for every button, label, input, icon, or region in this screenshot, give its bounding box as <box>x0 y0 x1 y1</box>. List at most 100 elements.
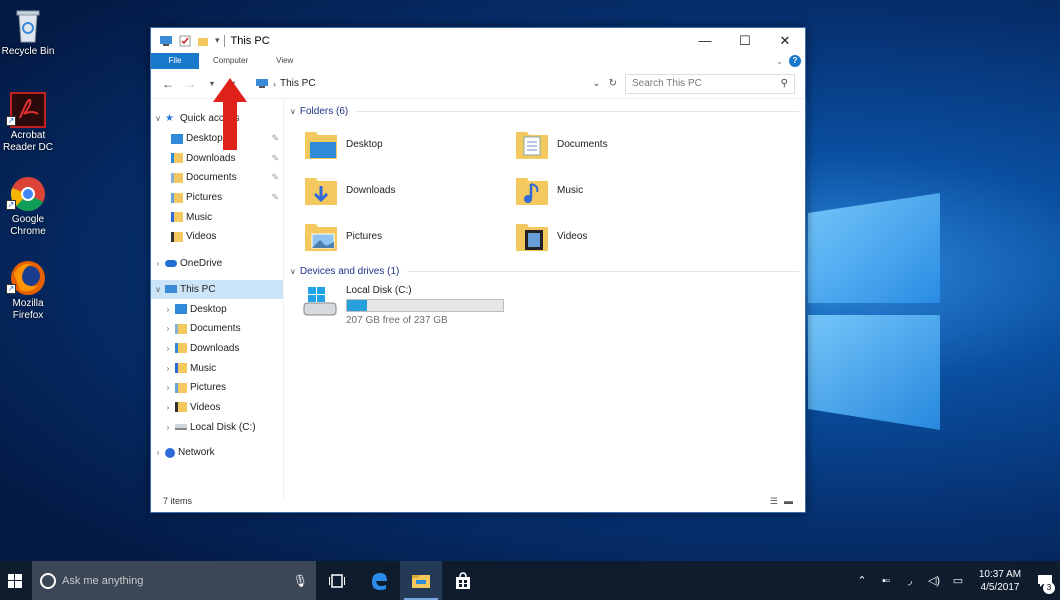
nav-label: OneDrive <box>180 258 223 270</box>
collapsed-chevron-icon[interactable]: › <box>161 305 175 314</box>
breadcrumb-this-pc[interactable]: This PC <box>280 78 316 89</box>
pictures-folder-icon <box>171 192 183 203</box>
pin-icon[interactable]: ✎ <box>271 153 279 164</box>
folder-videos[interactable]: Videos <box>515 215 726 257</box>
group-chevron-icon[interactable]: ∨ <box>290 107 296 116</box>
taskbar-store[interactable] <box>442 561 484 600</box>
group-chevron-icon[interactable]: ∨ <box>290 267 296 276</box>
battery-icon[interactable]: ▪▫ <box>874 575 898 587</box>
nav-pc-videos[interactable]: › Videos <box>151 398 283 418</box>
details-view-icon[interactable]: ☰ <box>770 496 778 507</box>
collapsed-chevron-icon[interactable]: › <box>161 344 175 353</box>
volume-icon[interactable]: ◁) <box>922 574 946 587</box>
music-folder-icon <box>175 363 187 374</box>
pin-icon[interactable]: ✎ <box>271 172 279 183</box>
address-bar[interactable]: › This PC ⌄ ↻ <box>251 74 621 94</box>
properties-icon[interactable] <box>179 35 191 47</box>
task-view-button[interactable] <box>316 561 358 600</box>
nav-pc-music[interactable]: › Music <box>151 358 283 378</box>
large-icons-view-icon[interactable]: ▬ <box>784 496 793 507</box>
action-center-button[interactable]: 3 <box>1030 561 1060 600</box>
desktop-icon-acrobat-reader[interactable]: ↗ Acrobat Reader DC <box>0 88 56 172</box>
nav-quick-pictures[interactable]: Pictures ✎ <box>151 188 283 208</box>
taskbar-edge[interactable] <box>358 561 400 600</box>
cortana-search-box[interactable]: Ask me anything 🎙︎ <box>32 561 316 600</box>
start-button[interactable] <box>0 561 30 600</box>
microphone-icon[interactable]: 🎙︎ <box>293 574 308 588</box>
nav-label: Network <box>178 447 215 459</box>
nav-quick-videos[interactable]: Videos <box>151 227 283 247</box>
pin-icon[interactable]: ✎ <box>271 192 279 203</box>
nav-pc-desktop[interactable]: › Desktop <box>151 299 283 319</box>
help-icon[interactable]: ? <box>789 55 801 67</box>
minimize-button[interactable]: — <box>685 28 725 53</box>
nav-pc-pictures[interactable]: › Pictures <box>151 378 283 398</box>
nav-pc-documents[interactable]: › Documents <box>151 319 283 339</box>
drive-local-disk[interactable]: Local Disk (C:) 207 GB free of 237 GB <box>302 285 799 326</box>
maximize-button[interactable]: ☐ <box>725 28 765 53</box>
address-dropdown-icon[interactable]: ⌄ <box>592 78 600 89</box>
show-hidden-icons-chevron-icon[interactable]: ⌃ <box>850 574 874 587</box>
search-input[interactable]: Search This PC ⚲ <box>625 73 795 94</box>
expand-ribbon-chevron-icon[interactable]: ⌄ <box>776 57 783 66</box>
folders-group-header[interactable]: ∨ Folders (6) <box>290 101 799 121</box>
back-arrow-icon[interactable]: ← <box>157 77 179 91</box>
forward-arrow-icon[interactable]: → <box>179 77 201 91</box>
nav-quick-music[interactable]: Music <box>151 207 283 227</box>
expanded-chevron-icon[interactable]: ∨ <box>151 285 165 294</box>
folder-downloads[interactable]: Downloads <box>304 169 515 211</box>
tab-computer[interactable]: Computer <box>199 53 262 69</box>
nav-this-pc[interactable]: ∨ This PC <box>151 279 283 300</box>
view-switcher: ☰ ▬ <box>770 496 793 507</box>
desktop-icon-recycle-bin[interactable]: Recycle Bin <box>0 4 56 88</box>
folder-documents[interactable]: Documents <box>515 123 726 165</box>
collapsed-chevron-icon[interactable]: › <box>151 448 165 457</box>
breadcrumb-chevron-icon[interactable]: › <box>273 79 276 89</box>
tab-file[interactable]: File <box>151 53 199 69</box>
clock[interactable]: 10:37 AM 4/5/2017 <box>970 568 1030 594</box>
customize-toolbar-chevron-icon[interactable]: ▾ <box>215 35 220 46</box>
drive-name: Local Disk (C:) <box>346 285 412 296</box>
desktop-icon-google-chrome[interactable]: ↗ Google Chrome <box>0 172 56 256</box>
devices-group-header[interactable]: ∨ Devices and drives (1) <box>290 261 799 281</box>
search-icon[interactable]: ⚲ <box>781 78 788 89</box>
computer-icon <box>165 285 177 294</box>
expanded-chevron-icon[interactable]: ∨ <box>151 114 165 123</box>
nav-quick-downloads[interactable]: Downloads ✎ <box>151 148 283 168</box>
folder-name: Downloads <box>346 184 396 196</box>
pictures-folder-icon <box>175 382 187 393</box>
group-label: Folders (6) <box>299 105 349 117</box>
collapsed-chevron-icon[interactable]: › <box>161 364 175 373</box>
wifi-icon[interactable]: ◞ <box>898 574 922 587</box>
new-folder-icon[interactable] <box>197 35 209 47</box>
search-placeholder: Ask me anything <box>62 574 144 587</box>
refresh-icon[interactable]: ↻ <box>609 78 617 89</box>
nav-label: Videos <box>186 231 217 243</box>
collapsed-chevron-icon[interactable]: › <box>151 259 165 268</box>
folder-desktop[interactable]: Desktop <box>304 123 515 165</box>
nav-onedrive[interactable]: › OneDrive <box>151 254 283 274</box>
tab-view[interactable]: View <box>262 53 307 69</box>
clock-time: 10:37 AM <box>978 568 1022 580</box>
desktop-icon-mozilla-firefox[interactable]: ↗ Mozilla Firefox <box>0 256 56 340</box>
taskbar-file-explorer[interactable] <box>400 561 442 600</box>
nav-pc-local-disk[interactable]: › Local Disk (C:) <box>151 417 283 437</box>
desktop-icon-label: Google Chrome <box>10 214 46 237</box>
nav-pc-downloads[interactable]: › Downloads <box>151 339 283 359</box>
nav-quick-documents[interactable]: Documents ✎ <box>151 168 283 188</box>
folder-name: Desktop <box>346 138 383 150</box>
collapsed-chevron-icon[interactable]: › <box>161 383 175 392</box>
task-view-icon <box>329 573 345 588</box>
close-button[interactable]: ✕ <box>765 28 805 53</box>
pin-icon[interactable]: ✎ <box>271 133 279 144</box>
nav-network[interactable]: › Network <box>151 443 283 463</box>
folder-music[interactable]: Music <box>515 169 726 211</box>
keyboard-icon[interactable]: ▭ <box>946 574 970 587</box>
folder-pictures[interactable]: Pictures <box>304 215 515 257</box>
folder-name: Documents <box>557 138 608 150</box>
collapsed-chevron-icon[interactable]: › <box>161 324 175 333</box>
group-divider <box>407 270 799 272</box>
collapsed-chevron-icon[interactable]: › <box>161 423 175 432</box>
collapsed-chevron-icon[interactable]: › <box>161 403 175 412</box>
content-pane: ∨ Folders (6) Desktop Documents Download… <box>284 99 805 499</box>
